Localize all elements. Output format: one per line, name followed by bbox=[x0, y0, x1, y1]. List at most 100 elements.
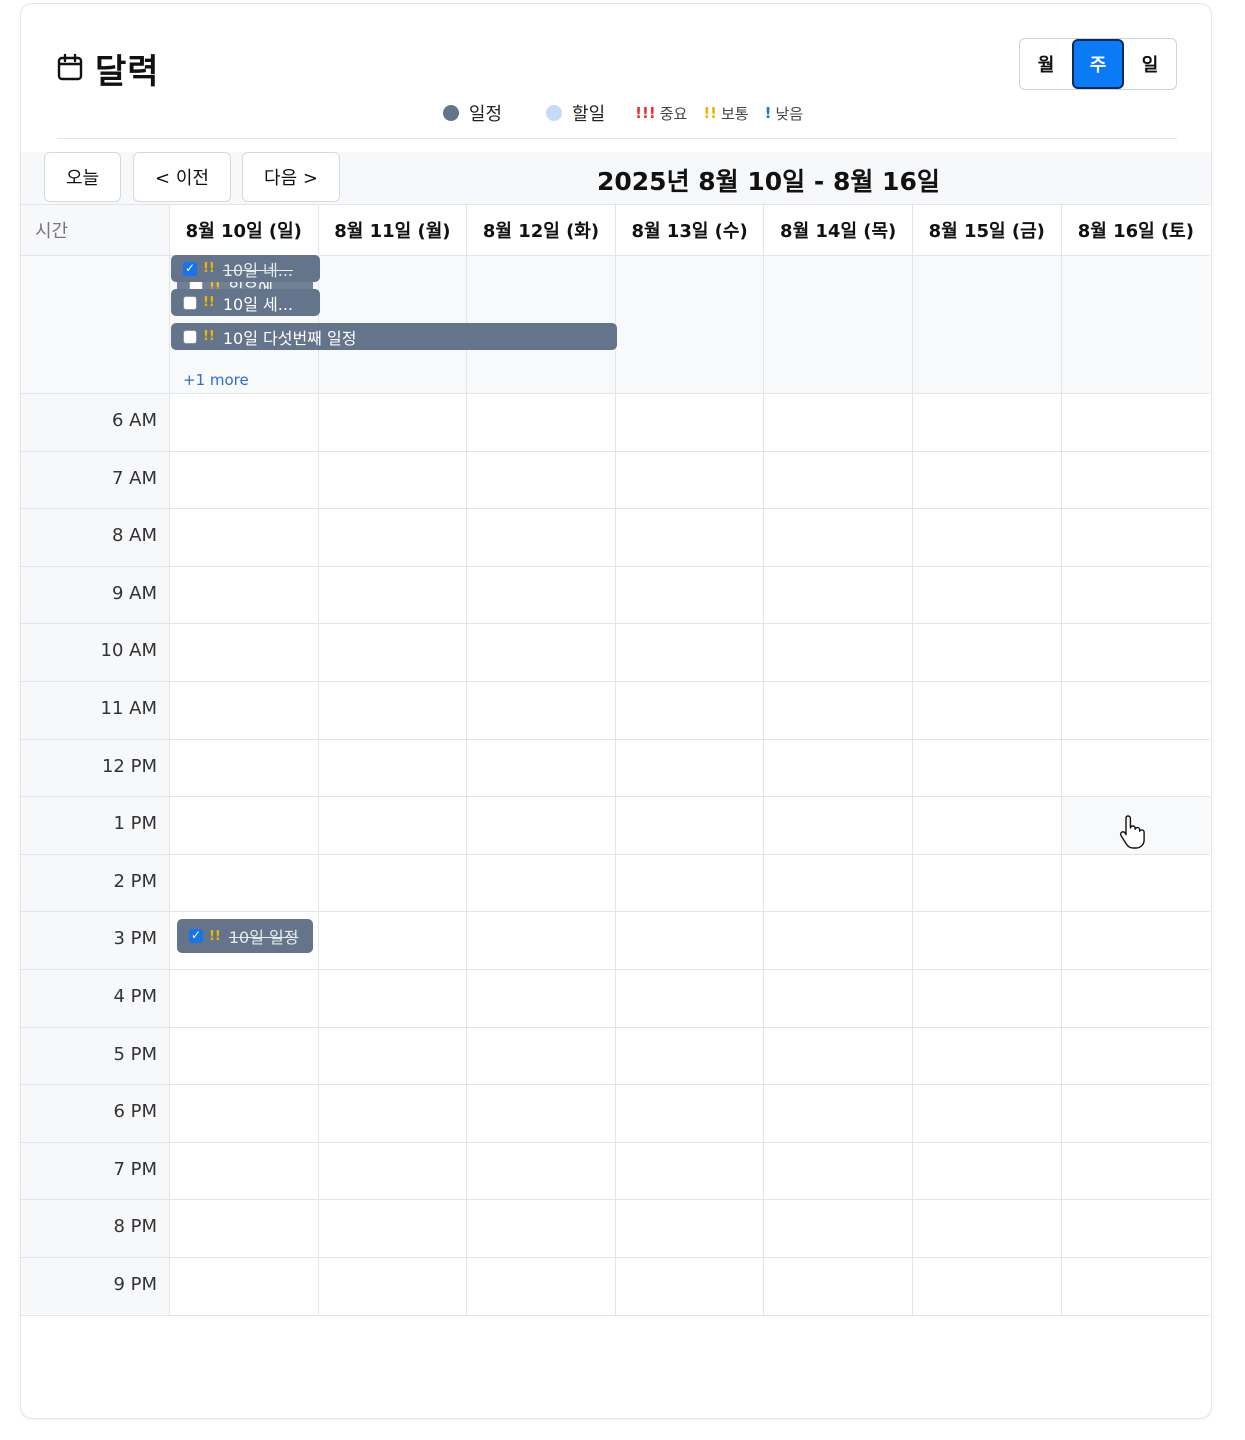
time-slot-cell[interactable] bbox=[912, 912, 1062, 970]
time-slot-cell[interactable] bbox=[615, 509, 765, 567]
allday-cell[interactable] bbox=[764, 256, 913, 394]
time-slot-cell[interactable] bbox=[912, 566, 1062, 625]
time-slot-cell[interactable] bbox=[1061, 970, 1211, 1028]
time-slot-cell[interactable] bbox=[615, 739, 765, 798]
event-checkbox[interactable] bbox=[183, 295, 197, 310]
today-button[interactable]: 오늘 bbox=[44, 152, 121, 202]
time-slot-cell[interactable] bbox=[467, 681, 616, 740]
day-header[interactable]: 8월 14일 (목) bbox=[764, 204, 913, 256]
time-slot-cell[interactable] bbox=[615, 969, 765, 1028]
time-slot-cell[interactable] bbox=[467, 797, 616, 855]
time-slot-cell[interactable] bbox=[170, 1200, 319, 1258]
time-slot-cell[interactable] bbox=[467, 1142, 616, 1201]
allday-event[interactable]: !! 10일 세... bbox=[171, 289, 320, 316]
time-slot-cell[interactable] bbox=[615, 394, 765, 452]
time-slot-cell[interactable] bbox=[170, 1027, 319, 1086]
time-slot-cell[interactable] bbox=[764, 1027, 913, 1086]
time-slot-cell[interactable] bbox=[764, 1085, 913, 1143]
time-slot-cell[interactable] bbox=[912, 1200, 1062, 1258]
time-slot-cell[interactable] bbox=[764, 969, 913, 1028]
time-slot-cell[interactable] bbox=[318, 854, 468, 913]
time-slot-cell[interactable] bbox=[615, 1200, 765, 1258]
time-slot-cell[interactable] bbox=[318, 1027, 468, 1086]
time-slot-cell[interactable] bbox=[1061, 855, 1211, 913]
time-slot-cell[interactable] bbox=[764, 451, 913, 510]
time-slot-cell[interactable] bbox=[615, 797, 765, 855]
time-slot-cell[interactable] bbox=[170, 624, 319, 682]
time-slot-cell[interactable] bbox=[912, 1027, 1062, 1086]
time-slot-cell[interactable] bbox=[1061, 1258, 1211, 1316]
time-slot-cell[interactable] bbox=[912, 1257, 1062, 1316]
more-events-link[interactable]: +1 more bbox=[183, 371, 249, 389]
allday-cell[interactable] bbox=[615, 256, 765, 394]
time-slot-cell[interactable] bbox=[764, 509, 913, 567]
view-month-button[interactable]: 월 bbox=[1020, 39, 1072, 89]
time-slot-cell[interactable] bbox=[467, 1200, 616, 1258]
time-slot-cell[interactable] bbox=[1061, 509, 1211, 567]
time-slot-cell[interactable] bbox=[615, 912, 765, 970]
time-slot-cell[interactable] bbox=[764, 624, 913, 682]
allday-cell[interactable] bbox=[1061, 256, 1211, 394]
time-slot-cell[interactable] bbox=[1061, 567, 1211, 625]
time-slot-cell[interactable] bbox=[170, 1142, 319, 1201]
time-slot-cell[interactable] bbox=[1061, 394, 1211, 452]
time-slot-cell[interactable] bbox=[467, 394, 616, 452]
time-slot-cell[interactable] bbox=[170, 509, 319, 567]
event-checkbox[interactable] bbox=[189, 928, 203, 943]
time-slot-cell[interactable] bbox=[170, 739, 319, 798]
time-slot-cell[interactable] bbox=[170, 1257, 319, 1316]
time-slot-cell[interactable] bbox=[318, 912, 468, 970]
time-slot-cell[interactable] bbox=[467, 912, 616, 970]
allday-cell[interactable] bbox=[912, 256, 1062, 394]
time-slot-cell[interactable] bbox=[1061, 682, 1211, 740]
time-slot-cell[interactable] bbox=[318, 624, 468, 682]
time-slot-cell[interactable] bbox=[467, 451, 616, 510]
time-slot-cell[interactable] bbox=[615, 1027, 765, 1086]
time-slot-cell[interactable] bbox=[764, 854, 913, 913]
allday-event[interactable]: !! 10일 다섯번째 일정 bbox=[171, 323, 617, 350]
time-slot-cell[interactable] bbox=[318, 969, 468, 1028]
time-slot-cell[interactable] bbox=[318, 566, 468, 625]
time-slot-cell[interactable] bbox=[318, 1085, 468, 1143]
time-slot-cell[interactable] bbox=[615, 566, 765, 625]
time-slot-cell[interactable] bbox=[170, 797, 319, 855]
time-slot-cell[interactable] bbox=[467, 969, 616, 1028]
time-slot-cell[interactable] bbox=[467, 566, 616, 625]
prev-button[interactable]: < 이전 bbox=[133, 152, 231, 202]
time-slot-cell[interactable] bbox=[912, 797, 1062, 855]
time-slot-cell[interactable] bbox=[467, 739, 616, 798]
time-slot-cell[interactable] bbox=[467, 1257, 616, 1316]
time-slot-cell[interactable] bbox=[318, 509, 468, 567]
time-slot-cell[interactable] bbox=[318, 1142, 468, 1201]
next-button[interactable]: 다음 > bbox=[242, 152, 340, 202]
time-slot-cell[interactable] bbox=[170, 394, 319, 452]
time-slot-cell[interactable] bbox=[615, 1142, 765, 1201]
time-slot-cell[interactable] bbox=[170, 854, 319, 913]
time-slot-cell[interactable] bbox=[912, 969, 1062, 1028]
time-slot-cell[interactable] bbox=[318, 451, 468, 510]
day-header[interactable]: 8월 15일 (금) bbox=[912, 204, 1062, 256]
time-slot-cell[interactable] bbox=[912, 854, 1062, 913]
time-slot-cell[interactable] bbox=[467, 854, 616, 913]
time-slot-cell[interactable] bbox=[1061, 624, 1211, 682]
time-slot-cell[interactable] bbox=[912, 739, 1062, 798]
time-slot-cell[interactable] bbox=[764, 797, 913, 855]
day-header[interactable]: 8월 12일 (화) bbox=[467, 204, 616, 256]
time-slot-cell[interactable] bbox=[912, 394, 1062, 452]
time-slot-cell[interactable] bbox=[467, 1027, 616, 1086]
day-header[interactable]: 8월 10일 (일) bbox=[170, 204, 319, 256]
time-slot-cell[interactable] bbox=[912, 451, 1062, 510]
time-slot-cell[interactable] bbox=[912, 509, 1062, 567]
time-slot-cell[interactable] bbox=[318, 681, 468, 740]
view-week-button[interactable]: 주 bbox=[1072, 39, 1124, 89]
time-slot-cell[interactable] bbox=[615, 854, 765, 913]
time-slot-cell[interactable] bbox=[764, 1142, 913, 1201]
time-slot-cell[interactable] bbox=[764, 912, 913, 970]
time-slot-cell[interactable] bbox=[1061, 1200, 1211, 1258]
time-slot-cell[interactable] bbox=[764, 681, 913, 740]
time-slot-cell[interactable] bbox=[615, 1085, 765, 1143]
time-slot-cell[interactable] bbox=[1061, 1085, 1211, 1143]
time-slot-cell[interactable] bbox=[615, 451, 765, 510]
event-checkbox[interactable] bbox=[183, 261, 197, 276]
day-header[interactable]: 8월 11일 (월) bbox=[318, 204, 468, 256]
